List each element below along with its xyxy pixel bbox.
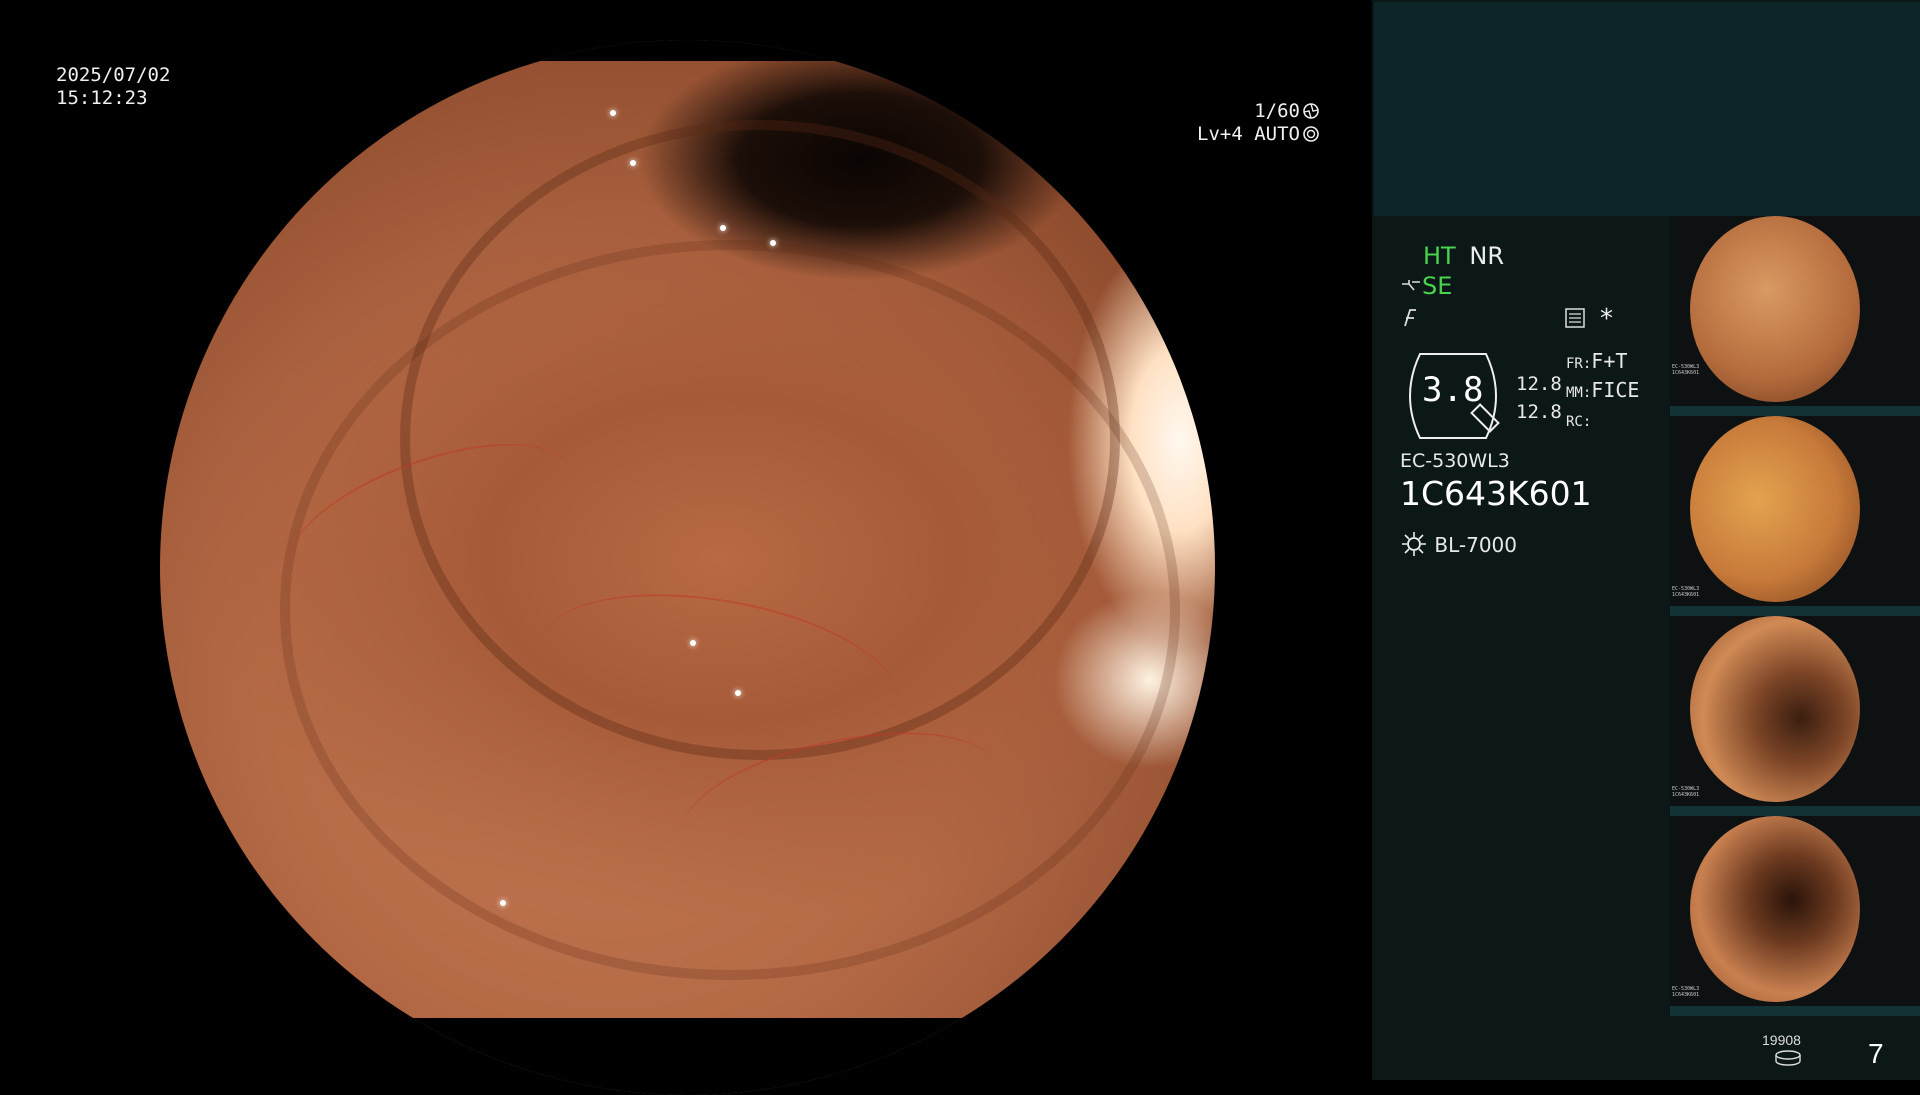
mode-key: FR: [1566,356,1592,372]
disk-icon [1775,1050,1801,1066]
scope-model: EC-530WL3 [1400,450,1510,472]
mode-value: FICE [1591,378,1640,402]
shutter-row: 1/60 [1180,100,1320,123]
nr-flag: NR [1469,242,1504,270]
mode-key: RC: [1566,414,1592,430]
exposure-level-text: Lv+4 [1197,123,1243,145]
mode-row: FR:F+T [1566,348,1639,377]
iris-icon [1303,126,1319,142]
light-source-model: BL-7000 [1434,533,1517,557]
zoom-value: 3.8 [1422,370,1484,410]
image-mask-top [160,40,1215,61]
ht-flag: HT [1423,242,1456,270]
thumbnail[interactable]: EC-530WL3 1C643K601 [1670,616,1920,816]
endoscope-view [0,0,1372,1095]
thumbnail[interactable]: EC-530WL3 1C643K601 [1670,416,1920,616]
exposure-row: Lv+4 AUTO [1180,123,1320,146]
measurement-top: 12.8 [1516,373,1562,395]
thumbnail[interactable]: EC-530WL3 1C643K601 [1670,816,1920,1016]
mode-row: RC: [1566,406,1639,435]
light-reflection [770,240,776,246]
image-mask-bottom [160,1018,1215,1095]
light-reflection [610,110,616,116]
shutter-icon [1303,103,1319,119]
measurement-values: 12.8 12.8 [1516,370,1562,426]
se-row: SE [1400,272,1452,300]
lamp-icon [1402,532,1426,556]
mode-row: MM:FICE [1566,377,1639,406]
thumbnail[interactable]: EC-530WL3 1C643K601 [1670,216,1920,416]
mode-value: F+T [1591,349,1628,373]
measurement-bottom: 12.8 [1516,401,1562,423]
scope-serial: 1C643K601 [1400,474,1592,513]
exposure-display: 1/60 Lv+4 AUTO [1180,100,1320,146]
light-reflection [735,690,741,696]
time-text: 15:12:23 [56,87,148,109]
image-count: 7 [1868,1038,1884,1069]
list-icon [1565,308,1585,328]
mode-key: MM: [1566,385,1592,401]
shutter-speed-text: 1/60 [1254,100,1300,122]
endoscope-image [160,40,1215,1095]
light-source: BL-7000 [1400,530,1517,558]
counter-value: 19908 [1762,1032,1801,1048]
light-reflection [630,160,636,166]
hook-icon [1402,280,1420,291]
se-flag: SE [1422,272,1453,300]
exposure-mode-text: AUTO [1254,123,1300,145]
date-text: 2025/07/02 [56,64,171,86]
star-marker: * [1600,304,1613,334]
squiggle-icon [1404,309,1416,327]
processing-flags: HT NR [1423,242,1504,270]
mode-list: FR:F+T MM:FICE RC: [1566,348,1639,435]
light-reflection [500,900,506,906]
datetime-display: 2025/07/02 15:12:23 [56,64,170,110]
info-header-box [1374,2,1920,216]
light-reflection [720,225,726,231]
light-reflection [690,640,696,646]
